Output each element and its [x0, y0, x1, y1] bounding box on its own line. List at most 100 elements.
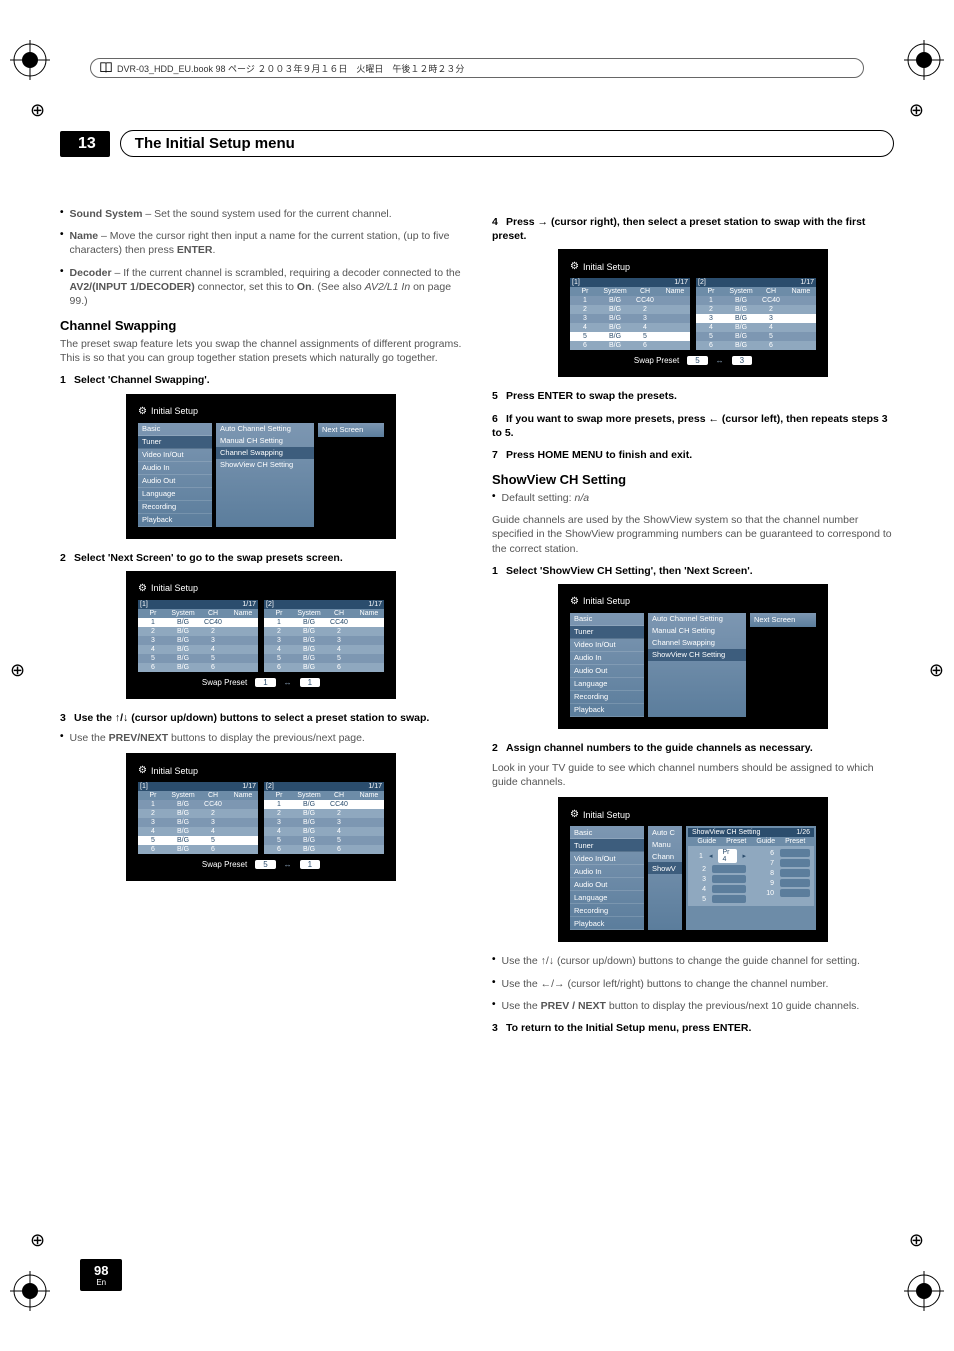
sv-row[interactable]: 4: [692, 884, 746, 894]
table-row[interactable]: 4B/G4: [264, 645, 384, 654]
sidebar-item[interactable]: Audio Out: [138, 475, 212, 488]
table-row[interactable]: 1B/GCC40: [138, 800, 258, 809]
table-row[interactable]: 5B/G5: [138, 654, 258, 663]
table-row[interactable]: 1B/GCC40: [138, 618, 258, 627]
menu-item[interactable]: Channel Swapping: [216, 447, 314, 459]
table-row[interactable]: 1B/GCC40: [264, 618, 384, 627]
swap-right-value: 1: [300, 678, 320, 687]
sv-row[interactable]: 9: [760, 878, 810, 888]
menu-item[interactable]: ShowView CH Setting: [648, 649, 746, 661]
table-row[interactable]: 4B/G4: [138, 645, 258, 654]
sidebar-item[interactable]: Audio Out: [570, 665, 644, 678]
table-row[interactable]: 6B/G6: [138, 663, 258, 672]
table-row[interactable]: 4B/G4: [138, 827, 258, 836]
table-row[interactable]: 2B/G2: [138, 809, 258, 818]
menu-item[interactable]: Manu: [648, 838, 682, 850]
table-row[interactable]: 3B/G3: [570, 314, 690, 323]
menu-item[interactable]: Chann: [648, 850, 682, 862]
sidebar-item[interactable]: Basic: [570, 826, 644, 839]
sidebar-item[interactable]: Video In/Out: [570, 852, 644, 865]
swap-left-value: 5: [687, 356, 707, 365]
menu-item[interactable]: ShowV: [648, 862, 682, 874]
table-row[interactable]: 6B/G6: [570, 341, 690, 350]
sv-row[interactable]: 1 ◂Pr 4▸: [692, 848, 746, 864]
menu-item[interactable]: ShowView CH Setting: [216, 459, 314, 471]
sidebar-item[interactable]: Audio In: [138, 462, 212, 475]
sv-row[interactable]: 10: [760, 888, 810, 898]
menu-item[interactable]: Manual CH Setting: [648, 625, 746, 637]
chapter-number: 13: [60, 131, 110, 157]
chapter-title-wrap: The Initial Setup menu: [120, 130, 894, 157]
sv-row[interactable]: 8: [760, 868, 810, 878]
menu-item[interactable]: Manual CH Setting: [216, 435, 314, 447]
menu-item[interactable]: Auto Channel Setting: [648, 613, 746, 625]
sidebar-item[interactable]: Tuner: [570, 626, 644, 639]
next-screen[interactable]: Next Screen: [318, 423, 384, 437]
table-row[interactable]: 3B/G3: [264, 636, 384, 645]
table-row[interactable]: 6B/G6: [264, 663, 384, 672]
ui-panel-sv-1: Initial Setup BasicTunerVideo In/OutAudi…: [558, 584, 828, 729]
sidebar-item[interactable]: Recording: [570, 904, 644, 917]
sv-row[interactable]: 3: [692, 874, 746, 884]
sidebar-item[interactable]: Audio In: [570, 652, 644, 665]
table-row[interactable]: 4B/G4: [696, 323, 816, 332]
table-row[interactable]: 2B/G2: [138, 627, 258, 636]
sidebar-item[interactable]: Language: [570, 891, 644, 904]
sv-intro: Guide channels are used by the ShowView …: [492, 513, 894, 556]
sidebar-item[interactable]: Tuner: [138, 436, 212, 449]
sidebar-item[interactable]: Recording: [570, 691, 644, 704]
sidebar-item[interactable]: Basic: [138, 423, 212, 436]
sidebar-item[interactable]: Language: [138, 488, 212, 501]
table-row[interactable]: 4B/G4: [264, 827, 384, 836]
sidebar-item[interactable]: Video In/Out: [570, 639, 644, 652]
table-row[interactable]: 5B/G5: [570, 332, 690, 341]
table-row[interactable]: 1B/GCC40: [264, 800, 384, 809]
table-row[interactable]: 5B/G5: [264, 836, 384, 845]
table-row[interactable]: 5B/G5: [264, 654, 384, 663]
table-row[interactable]: 6B/G6: [138, 845, 258, 854]
table-row[interactable]: 2B/G2: [264, 627, 384, 636]
sidebar-item[interactable]: Video In/Out: [138, 449, 212, 462]
sv-bullet-2: Use the ←/→ (cursor left/right) buttons …: [492, 977, 894, 991]
table-row[interactable]: 3B/G3: [696, 314, 816, 323]
sidebar-item[interactable]: Basic: [570, 613, 644, 626]
panel-title: Initial Setup: [138, 406, 384, 417]
table-row[interactable]: 2B/G2: [570, 305, 690, 314]
table-row[interactable]: 2B/G2: [264, 809, 384, 818]
sidebar-item[interactable]: Tuner: [570, 839, 644, 852]
table-row[interactable]: 6B/G6: [264, 845, 384, 854]
menu-item[interactable]: Auto Channel Setting: [216, 423, 314, 435]
table-row[interactable]: 1B/GCC40: [570, 296, 690, 305]
sidebar-item[interactable]: Audio Out: [570, 878, 644, 891]
table-row[interactable]: 6B/G6: [696, 341, 816, 350]
swap-preset-line: Swap Preset 5 ↔ 1: [138, 860, 384, 869]
preset-table: [1]1/17 PrSystemCHName 1B/GCC402B/G23B/G…: [570, 278, 690, 350]
preset-table: [2]1/17 PrSystemCHName 1B/GCC402B/G23B/G…: [264, 782, 384, 854]
sv-row[interactable]: 6: [760, 848, 810, 858]
swap-arrow-icon: ↔: [284, 860, 292, 869]
table-row[interactable]: 3B/G3: [138, 636, 258, 645]
sidebar-item[interactable]: Language: [570, 678, 644, 691]
sidebar-item[interactable]: Playback: [570, 704, 644, 717]
table-row[interactable]: 5B/G5: [696, 332, 816, 341]
ui-panel-swap-3: Initial Setup [1]1/17 PrSystemCHName 1B/…: [558, 249, 828, 377]
sv-row[interactable]: 5: [692, 894, 746, 904]
table-row[interactable]: 3B/G3: [264, 818, 384, 827]
next-screen[interactable]: Next Screen: [750, 613, 816, 627]
sidebar-item[interactable]: Audio In: [570, 865, 644, 878]
table-row[interactable]: 3B/G3: [138, 818, 258, 827]
menu-item[interactable]: Channel Swapping: [648, 637, 746, 649]
menu-item[interactable]: Auto C: [648, 826, 682, 838]
sidebar-item[interactable]: Playback: [570, 917, 644, 930]
sidebar-item[interactable]: Playback: [138, 514, 212, 527]
table-row[interactable]: 2B/G2: [696, 305, 816, 314]
sv-row[interactable]: 7: [760, 858, 810, 868]
sv-row[interactable]: 2: [692, 864, 746, 874]
crop-mark-icon: ⊕: [30, 100, 45, 121]
table-row[interactable]: 1B/GCC40: [696, 296, 816, 305]
arrow-left-icon: ←: [541, 978, 552, 990]
panel-menu: Auto Channel SettingManual CH SettingCha…: [216, 423, 314, 527]
table-row[interactable]: 4B/G4: [570, 323, 690, 332]
sidebar-item[interactable]: Recording: [138, 501, 212, 514]
table-row[interactable]: 5B/G5: [138, 836, 258, 845]
